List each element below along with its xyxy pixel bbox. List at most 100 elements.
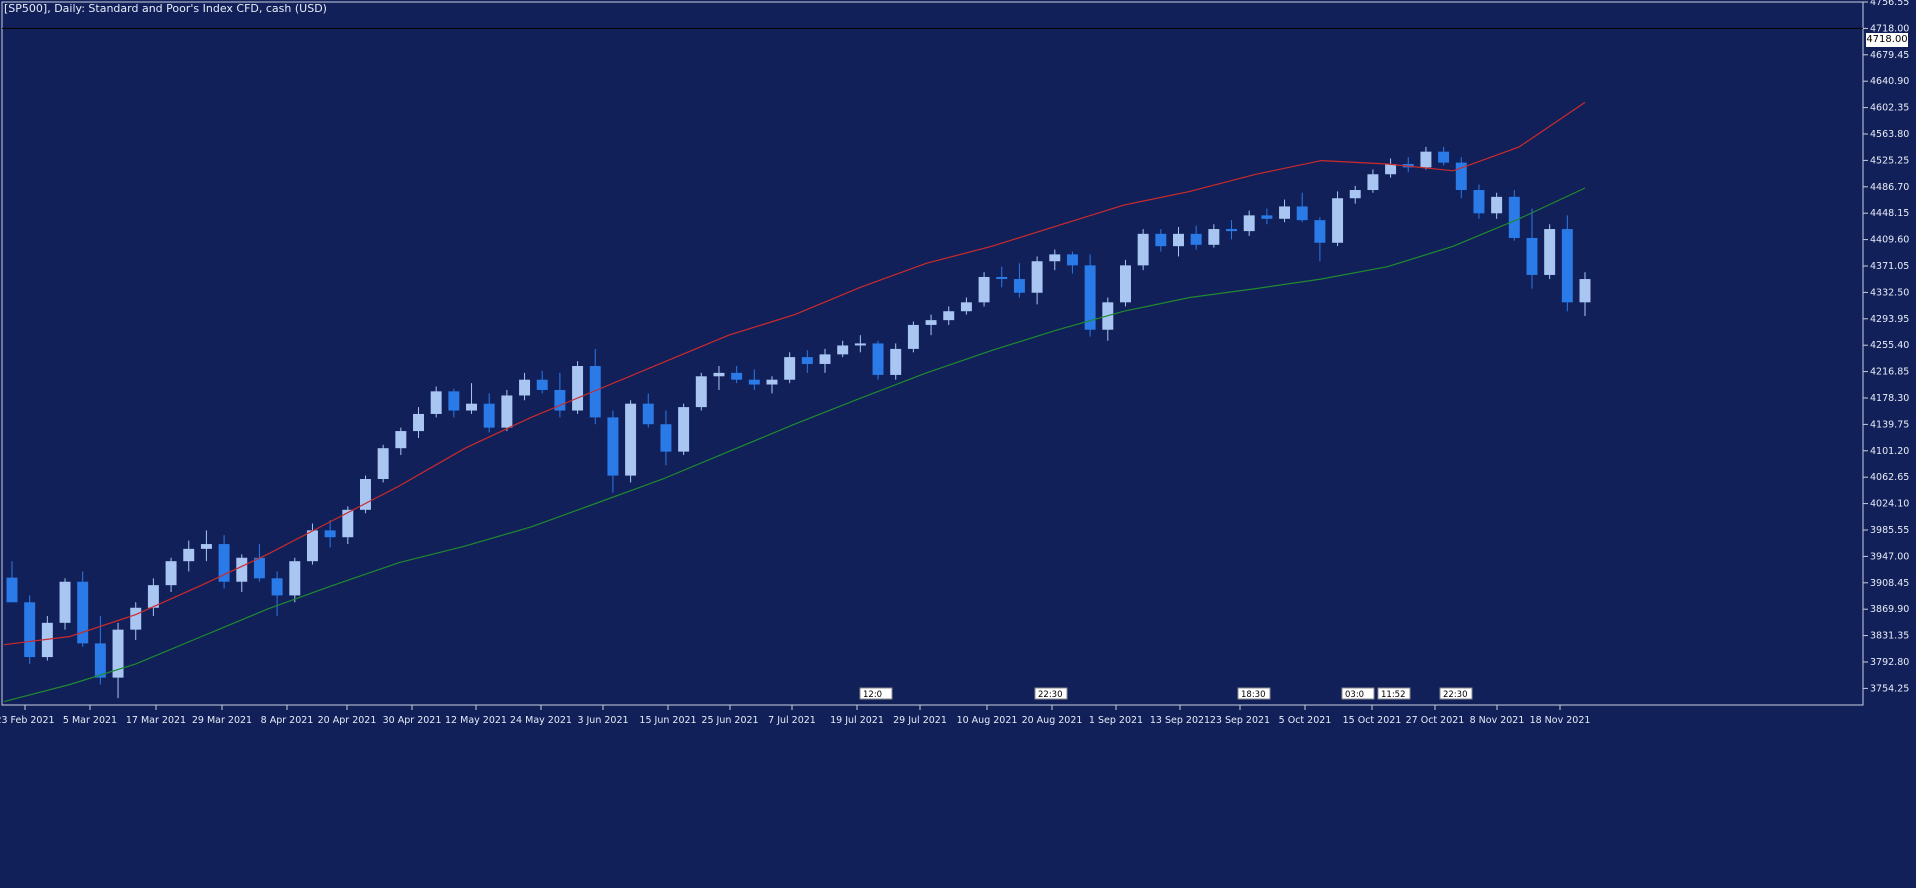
time-flag-label: 03:0 <box>1345 690 1364 700</box>
y-tick-label: 4448.15 <box>1870 208 1909 219</box>
candle-body <box>1526 237 1538 275</box>
candle-body <box>501 395 513 428</box>
x-tick-label: 13 Sep 2021 <box>1150 715 1210 726</box>
x-tick-label: 8 Nov 2021 <box>1470 715 1525 726</box>
candle-body <box>1420 151 1432 168</box>
candle-body <box>642 403 654 425</box>
chart-window[interactable]: 4756.55 4718.00 4679.45 4640.90 4602.35 4563.… <box>0 0 1916 888</box>
candle-body <box>448 391 460 411</box>
moving-average-slow <box>3 187 1586 703</box>
candle-body <box>748 379 760 385</box>
candle-body <box>607 417 619 476</box>
current-price-badge: 4718.00 <box>1866 33 1908 47</box>
candle-body <box>236 557 248 582</box>
candle-body <box>1491 196 1503 214</box>
candle-body <box>1367 174 1379 191</box>
x-tick-label: 29 Jul 2021 <box>893 715 947 726</box>
candle-body <box>1226 229 1237 232</box>
chart-title: [SP500], Daily: Standard and Poor's Inde… <box>4 2 327 15</box>
y-tick-label: 4216.85 <box>1870 367 1909 378</box>
x-tick-label: 20 Apr 2021 <box>318 715 377 726</box>
candle-body <box>872 343 884 375</box>
y-tick-label: 4371.05 <box>1870 261 1909 272</box>
time-flag-label: 18:30 <box>1241 690 1266 700</box>
plot-frame <box>1 1 1864 706</box>
candle-body <box>165 561 177 586</box>
candle-body <box>1332 198 1344 243</box>
time-flag: 03:0 <box>1341 687 1375 700</box>
time-flag: 22:30 <box>1439 687 1473 700</box>
candle-body <box>713 372 725 377</box>
x-tick-label: 29 Mar 2021 <box>192 715 252 726</box>
candle-body <box>1296 206 1308 221</box>
candle-body <box>253 557 265 579</box>
candle-body <box>784 357 796 380</box>
y-tick-label: 4640.90 <box>1870 76 1909 87</box>
candle-body <box>819 354 831 364</box>
candle-body <box>1314 220 1326 243</box>
candle-body <box>413 413 424 432</box>
candle-body <box>1173 233 1184 247</box>
y-tick-label: 4602.35 <box>1870 103 1909 114</box>
candle-body <box>766 379 778 385</box>
candle-body <box>978 276 990 303</box>
candle-body <box>943 311 955 321</box>
y-tick-label: 3792.80 <box>1870 657 1909 668</box>
y-tick-label: 3908.45 <box>1870 578 1909 589</box>
y-tick-label: 4563.80 <box>1870 129 1909 140</box>
candle-body <box>24 602 36 658</box>
candle-body <box>678 407 690 452</box>
y-tick-label: 4525.25 <box>1870 155 1909 166</box>
x-tick-label: 5 Oct 2021 <box>1279 715 1332 726</box>
candle-body <box>200 544 212 549</box>
y-tick-label: 4679.45 <box>1870 50 1909 61</box>
candle-body <box>6 577 18 603</box>
candle-body <box>430 391 442 414</box>
x-tick-label: 23 Feb 2021 <box>0 715 55 726</box>
y-tick-label: 4101.20 <box>1870 446 1909 457</box>
x-tick-label: 15 Jun 2021 <box>639 715 696 726</box>
candle-body <box>289 561 301 596</box>
candle-body <box>625 403 637 476</box>
candle-body <box>1155 233 1167 247</box>
candle-body <box>1190 233 1202 245</box>
time-flag: 12:0 <box>859 687 893 700</box>
candle-body <box>1261 215 1273 219</box>
candle-body <box>1544 229 1556 275</box>
candle-body <box>1508 196 1520 238</box>
y-tick-label: 3985.55 <box>1870 525 1909 536</box>
x-tick-label: 12 May 2021 <box>445 715 507 726</box>
candle-body <box>1579 279 1591 303</box>
candle-body <box>1243 215 1255 232</box>
y-tick-label: 4293.95 <box>1870 314 1909 325</box>
candlestick-chart[interactable]: 4756.55 4718.00 4679.45 4640.90 4602.35 4563.… <box>0 0 1916 888</box>
y-tick-label: 4756.55 <box>1870 0 1909 8</box>
x-tick-label: 19 Jul 2021 <box>830 715 884 726</box>
candle-body <box>837 345 849 355</box>
x-tick-label: 1 Sep 2021 <box>1089 715 1143 726</box>
time-flag: 11:52 <box>1377 687 1411 700</box>
candle-body <box>695 376 707 408</box>
candle-body <box>1349 190 1361 199</box>
candle-body <box>147 585 159 608</box>
candle-body <box>1049 254 1061 262</box>
candle-body <box>519 379 531 396</box>
y-tick-label: 3869.90 <box>1870 604 1909 615</box>
candle-body <box>1208 229 1220 245</box>
y-tick-label: 3754.25 <box>1870 683 1909 694</box>
x-tick-label: 24 May 2021 <box>510 715 572 726</box>
candle-body <box>1561 229 1573 303</box>
candle-body <box>1031 261 1043 293</box>
x-tick-label: 8 Apr 2021 <box>261 715 314 726</box>
x-tick-label: 17 Mar 2021 <box>126 715 186 726</box>
moving-average-layer <box>3 101 1586 703</box>
candle-body <box>890 348 902 375</box>
candle-body <box>395 431 407 449</box>
candle-body <box>536 379 548 390</box>
x-tick-label: 3 Jun 2021 <box>577 715 628 726</box>
y-tick-label: 4024.10 <box>1870 499 1909 510</box>
candle-body <box>801 357 813 364</box>
y-tick-label: 4139.75 <box>1870 419 1909 430</box>
time-flag-label: 12:0 <box>863 690 882 700</box>
candle-body <box>1013 279 1025 293</box>
